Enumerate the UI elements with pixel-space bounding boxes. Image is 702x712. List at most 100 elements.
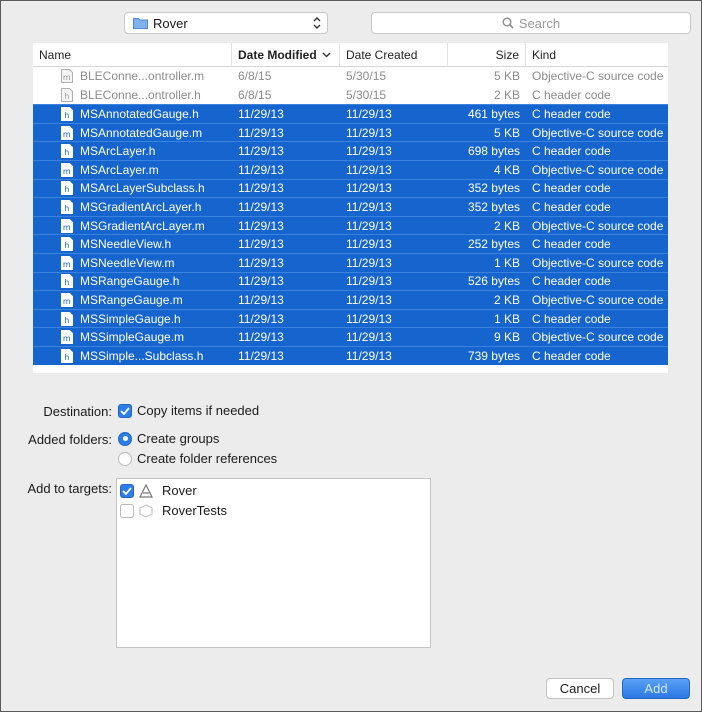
file-row[interactable]: h MSNeedleView.h 11/29/13 11/29/13 252 bytes… (33, 234, 668, 253)
svg-text:m: m (63, 167, 71, 176)
file-h-icon: h (61, 311, 73, 326)
target-item-rovertests[interactable]: RoverTests (120, 503, 227, 518)
kind-cell: Objective-C source code (532, 125, 664, 140)
size-cell: 526 bytes (467, 274, 520, 289)
column-header-kind[interactable]: Kind (526, 43, 668, 67)
date-modified-cell: 11/29/13 (238, 311, 284, 326)
svg-text:m: m (63, 130, 71, 139)
file-name: MSNeedleView.h (80, 237, 172, 252)
checkbox-checked-icon (120, 483, 134, 498)
target-label: Rover (162, 483, 197, 498)
size-cell: 5 KB (493, 69, 520, 84)
column-header-name[interactable]: Name (33, 43, 232, 67)
create-folder-references-radio[interactable]: Create folder references (118, 451, 277, 466)
column-header-date-created[interactable]: Date Created (340, 43, 448, 67)
file-row[interactable]: m MSAnnotatedGauge.m 11/29/13 11/29/13 5 KB O… (33, 122, 668, 142)
svg-text:h: h (64, 92, 69, 101)
date-modified-cell: 11/29/13 (238, 199, 284, 214)
file-row[interactable]: h MSGradientArcLayer.h 11/29/13 11/29/13 352… (33, 197, 668, 216)
file-row[interactable]: m MSSimpleGauge.m 11/29/13 11/29/13 9 KB Obje… (33, 327, 668, 346)
file-name-cell: m MSNeedleView.m (33, 255, 232, 270)
date-modified-cell: 11/29/13 (238, 237, 284, 252)
date-modified-cell: 11/29/13 (238, 330, 284, 345)
right-gutter (668, 43, 701, 373)
file-name-cell: m BLEConne...ontroller.m (33, 69, 232, 84)
file-row[interactable]: m MSNeedleView.m 11/29/13 11/29/13 1 KB Objec… (33, 252, 668, 272)
file-row[interactable]: h MSRangeGauge.h 11/29/13 11/29/13 526 bytes… (33, 271, 668, 291)
kind-cell: Objective-C source code (532, 255, 664, 270)
file-name-cell: h MSRangeGauge.h (33, 274, 232, 289)
svg-text:m: m (63, 223, 71, 232)
size-cell: 352 bytes (467, 181, 520, 196)
date-created-cell: 11/29/13 (346, 162, 392, 177)
location-popup[interactable]: Rover (124, 12, 328, 34)
date-modified-cell: 11/29/13 (238, 181, 284, 196)
size-cell: 352 bytes (467, 199, 520, 214)
svg-text:m: m (63, 297, 71, 306)
kind-cell: C header code (532, 181, 611, 196)
size-cell: 461 bytes (467, 106, 520, 121)
file-row[interactable]: m MSArcLayer.m 11/29/13 11/29/13 4 KB Objecti… (33, 159, 668, 179)
added-folders-label: Added folders: (28, 432, 112, 447)
file-name: MSGradientArcLayer.m (80, 218, 205, 233)
create-groups-radio[interactable]: Create groups (118, 431, 219, 446)
file-name-cell: h MSGradientArcLayer.h (33, 199, 232, 214)
date-created-cell: 11/29/13 (346, 144, 392, 159)
date-modified-cell: 11/29/13 (238, 218, 284, 233)
sort-chevron-down-icon (322, 52, 331, 58)
file-h-icon: h (61, 87, 73, 102)
file-row[interactable]: h MSSimple...Subclass.h 11/29/13 11/29/13 73… (33, 345, 668, 365)
file-row[interactable]: h MSAnnotatedGauge.h 11/29/13 11/29/13 461 b… (33, 104, 668, 123)
target-item-rover[interactable]: Rover (120, 483, 197, 498)
add-button[interactable]: Add (622, 678, 690, 699)
file-m-icon: m (61, 218, 73, 233)
file-name: MSAnnotatedGauge.m (80, 125, 203, 140)
date-created-cell: 11/29/13 (346, 274, 392, 289)
kind-cell: Objective-C source code (532, 162, 664, 177)
kind-cell: Objective-C source code (532, 218, 664, 233)
date-created-cell: 11/29/13 (346, 237, 392, 252)
size-cell: 5 KB (493, 125, 520, 140)
file-name: MSArcLayerSubclass.h (80, 181, 205, 196)
svg-text:h: h (64, 316, 69, 325)
file-row[interactable]: h MSSimpleGauge.h 11/29/13 11/29/13 1 KB C he… (33, 308, 668, 328)
column-header-date-modified[interactable]: Date Modified (232, 43, 340, 67)
file-name-cell: h MSArcLayer.h (33, 144, 232, 159)
file-name: MSSimpleGauge.h (80, 311, 181, 326)
file-row[interactable]: h MSArcLayer.h 11/29/13 11/29/13 698 bytes C … (33, 141, 668, 160)
file-name: BLEConne...ontroller.m (80, 69, 205, 84)
file-h-icon: h (61, 237, 73, 252)
file-h-icon: h (61, 274, 73, 289)
kind-cell: C header code (532, 274, 611, 289)
search-input[interactable]: Search (371, 12, 691, 34)
file-name: MSRangeGauge.m (80, 292, 183, 307)
date-modified-cell: 11/29/13 (238, 144, 284, 159)
checkbox-unchecked-icon (120, 503, 134, 518)
size-cell: 252 bytes (467, 237, 520, 252)
date-created-cell: 11/29/13 (346, 348, 392, 363)
file-name-cell: h MSSimpleGauge.h (33, 311, 232, 326)
file-row[interactable]: m MSGradientArcLayer.m 11/29/13 11/29/13 2 K… (33, 215, 668, 235)
file-row[interactable]: m BLEConne...ontroller.m 6/8/15 5/30/15 5 KB… (33, 67, 668, 86)
file-row[interactable]: h MSArcLayerSubclass.h 11/29/13 11/29/13 352… (33, 178, 668, 198)
svg-text:m: m (63, 73, 71, 82)
file-name: MSArcLayer.m (80, 162, 159, 177)
file-row[interactable]: m MSRangeGauge.m 11/29/13 11/29/13 2 KB Objec… (33, 290, 668, 309)
kind-cell: C header code (532, 237, 611, 252)
date-created-cell: 11/29/13 (346, 106, 392, 121)
location-label: Rover (153, 15, 188, 31)
sidebar-gutter (1, 43, 33, 373)
svg-text:h: h (64, 353, 69, 362)
size-cell: 1 KB (493, 255, 520, 270)
cancel-button[interactable]: Cancel (546, 678, 614, 699)
add-to-targets-label: Add to targets: (27, 481, 112, 496)
copy-items-checkbox[interactable]: Copy items if needed (118, 403, 259, 418)
size-cell: 698 bytes (467, 144, 520, 159)
date-created-cell: 11/29/13 (346, 255, 392, 270)
column-header-size[interactable]: Size (448, 43, 526, 67)
file-name: MSRangeGauge.h (80, 274, 180, 289)
test-target-icon (139, 503, 153, 518)
file-table[interactable]: Name Date Modified Date Created Size Kin… (33, 43, 668, 373)
file-row[interactable]: h BLEConne...ontroller.h 6/8/15 5/30/15 2 KB… (33, 85, 668, 105)
svg-text:h: h (64, 278, 69, 287)
